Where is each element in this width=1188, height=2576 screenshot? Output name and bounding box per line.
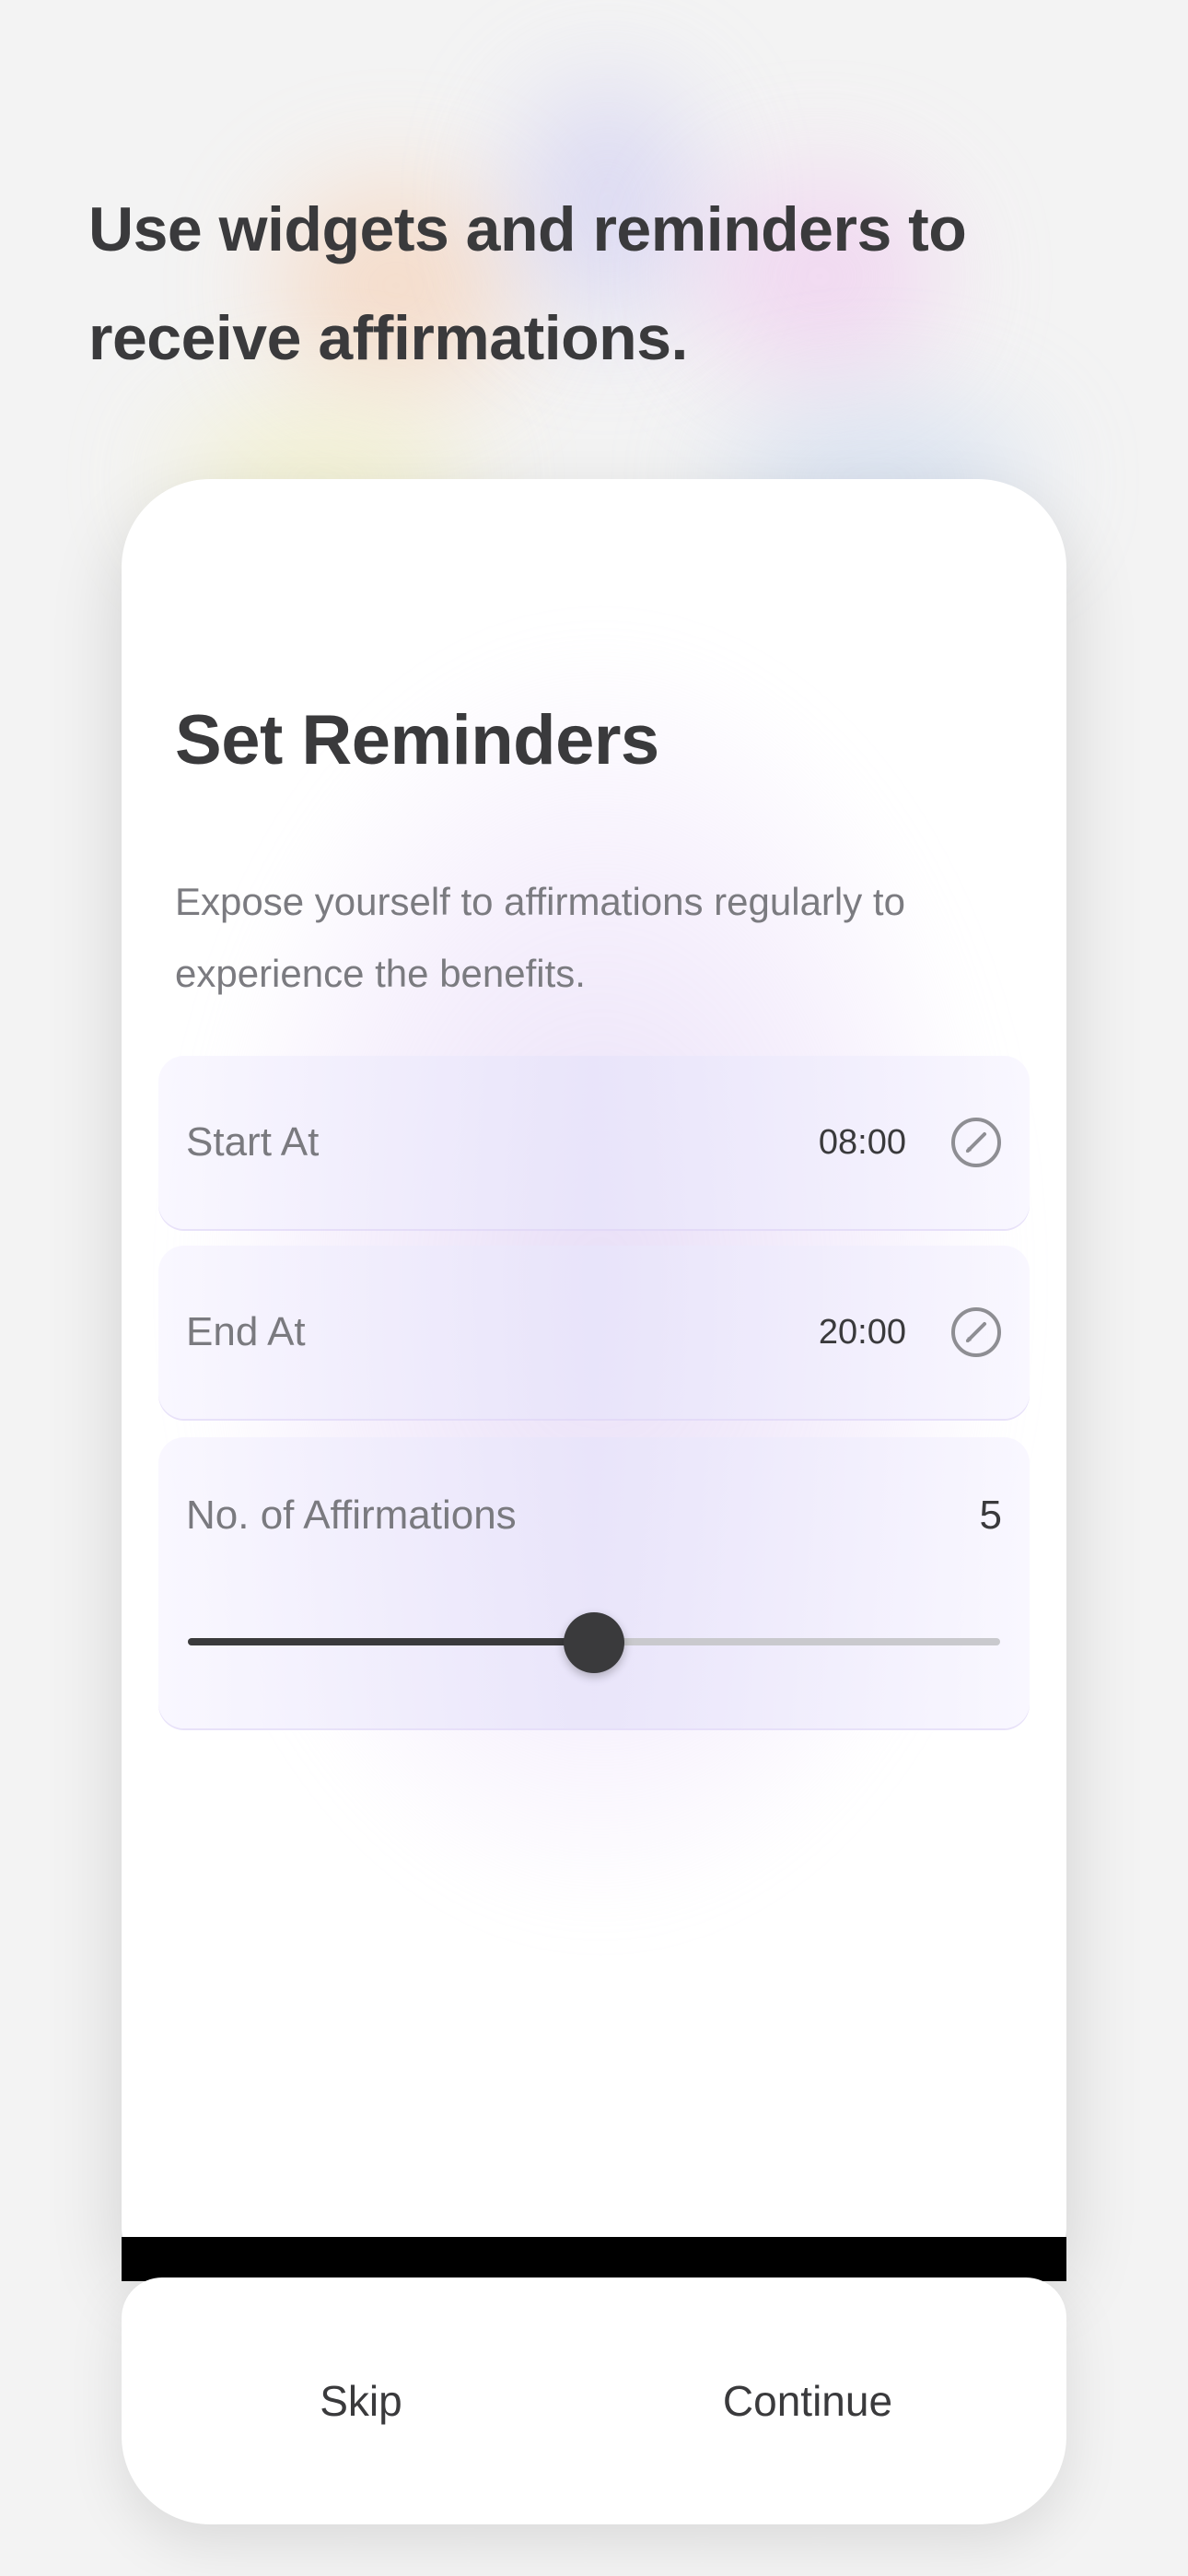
affirmation-count-value: 5 <box>979 1493 1002 1538</box>
continue-button[interactable]: Continue <box>656 2277 960 2524</box>
edit-pencil-icon[interactable] <box>950 1306 1002 1358</box>
slider-fill <box>188 1638 594 1645</box>
start-time-row[interactable]: Start At 08:00 <box>158 1056 1030 1229</box>
slider-thumb[interactable] <box>564 1612 624 1673</box>
card-title: Set Reminders <box>175 701 659 779</box>
start-time-value[interactable]: 08:00 <box>819 1056 906 1229</box>
end-time-row[interactable]: End At 20:00 <box>158 1246 1030 1419</box>
end-time-value[interactable]: 20:00 <box>819 1246 906 1419</box>
end-time-label: End At <box>186 1309 306 1354</box>
reminders-card: Set Reminders Expose yourself to affirma… <box>122 479 1066 2265</box>
start-time-label: Start At <box>186 1119 320 1165</box>
skip-button[interactable]: Skip <box>241 2277 481 2524</box>
card-divider <box>122 2237 1066 2281</box>
edit-pencil-icon[interactable] <box>950 1117 1002 1168</box>
onboarding-headline: Use widgets and reminders to receive aff… <box>88 194 967 373</box>
affirmation-count-slider[interactable] <box>188 1612 1000 1673</box>
card-subtitle: Expose yourself to affirmations regularl… <box>175 880 905 995</box>
affirmation-count-row: No. of Affirmations 5 <box>158 1437 1030 1728</box>
affirmation-count-label: No. of Affirmations <box>186 1493 517 1538</box>
bottom-action-bar: Skip Continue <box>122 2277 1066 2524</box>
